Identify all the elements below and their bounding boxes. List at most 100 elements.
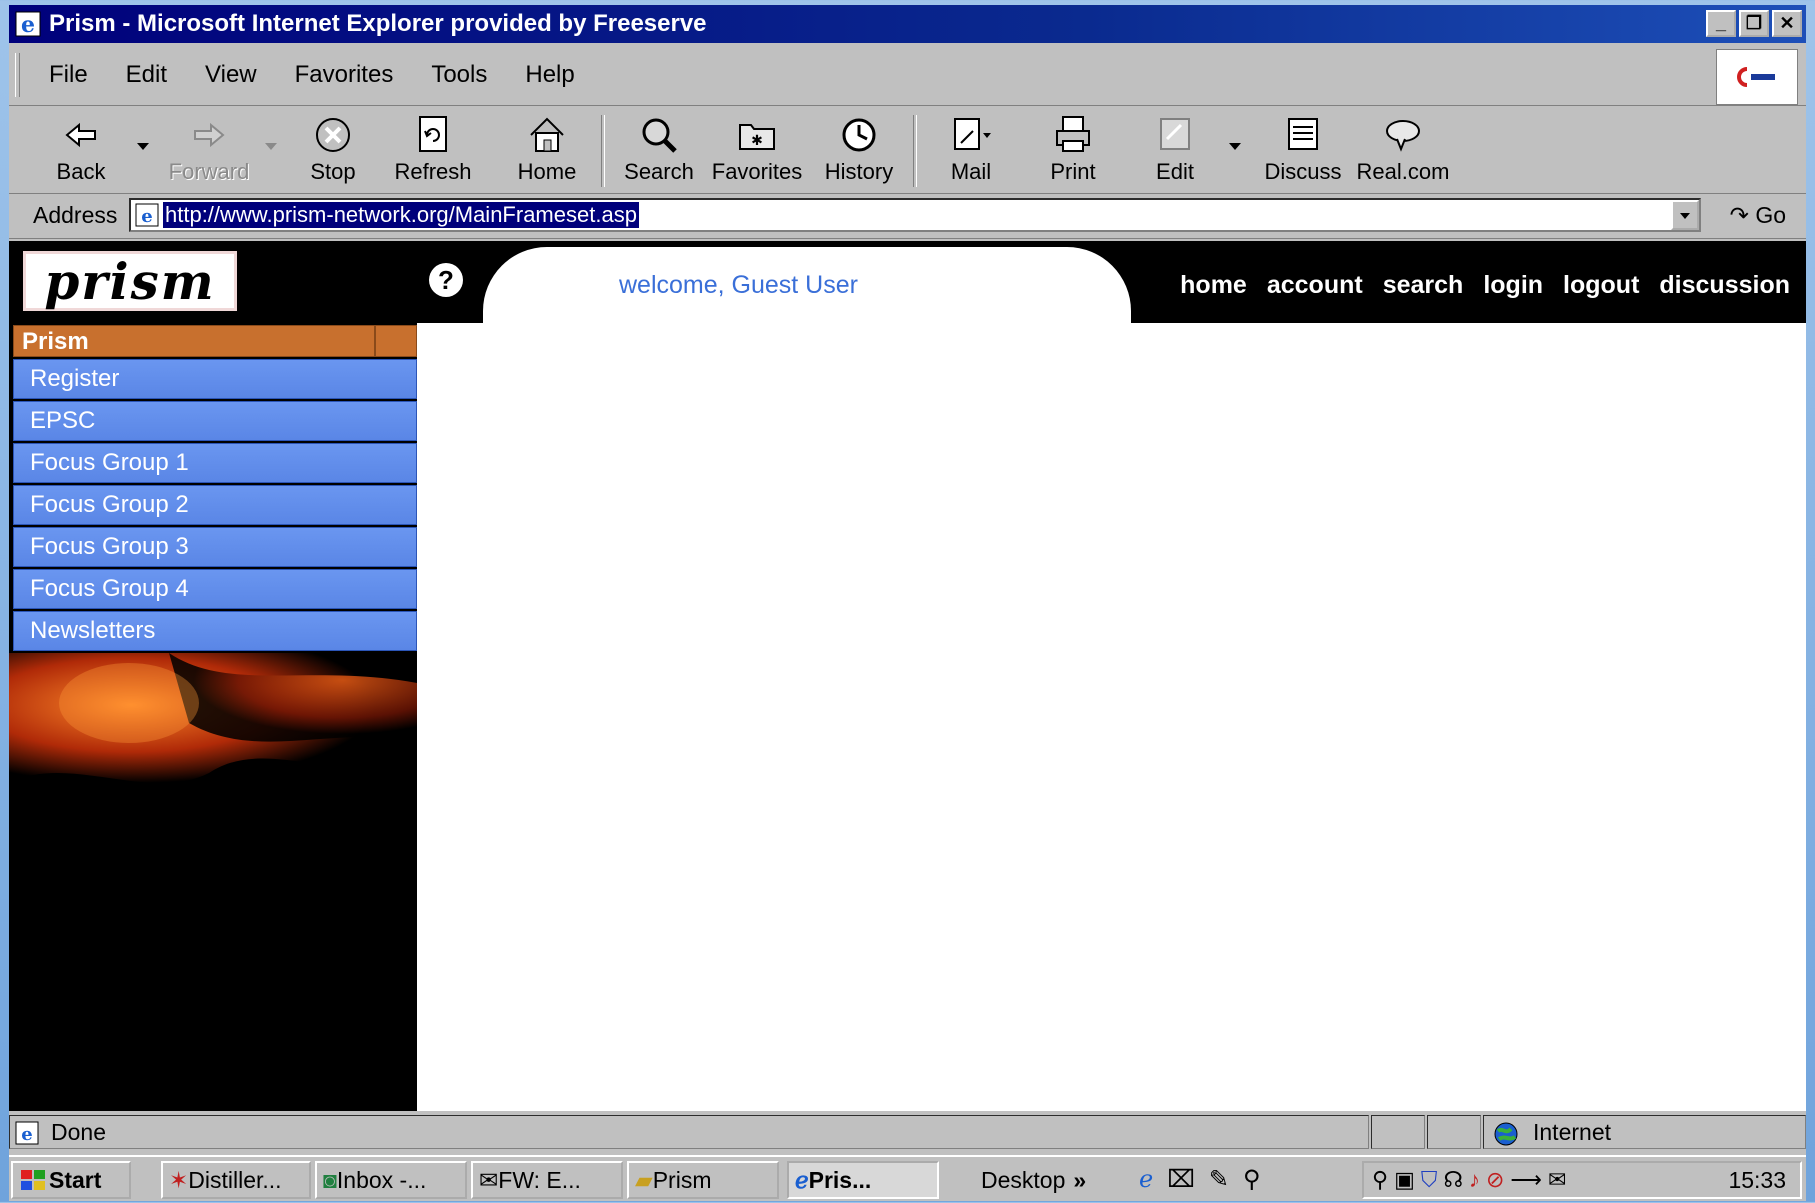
stop-button[interactable]: Stop [285,109,381,191]
task-inbox[interactable]: ◙ Inbox -... [315,1161,467,1199]
edit-dropdown[interactable] [1229,143,1241,150]
prism-logo[interactable]: prism [23,251,237,311]
chevron-down-icon [1680,213,1690,219]
edit-icon [1160,118,1190,150]
tray-sound-icon[interactable]: ♪ [1469,1167,1480,1193]
svg-text:e: e [141,206,152,227]
forward-arrow-icon [194,122,225,148]
status-zone-text: Internet [1533,1119,1611,1145]
sidebar-item-focus-group-3[interactable]: Focus Group 3 [13,527,417,567]
tray-icons: ⚲ ▣ ⛉ ☊ ♪ ⊘ ⟶ ✉ [1372,1167,1566,1193]
sidebar-item-focus-group-4[interactable]: Focus Group 4 [13,569,417,609]
tray-network-icon[interactable]: ☊ [1443,1167,1463,1193]
nav-home[interactable]: home [1180,271,1247,300]
sidebar-title: Prism [22,328,89,355]
sidebar-item-newsletters[interactable]: Newsletters [13,611,417,651]
sidebar-item-focus-group-1[interactable]: Focus Group 1 [13,443,417,483]
page-status-icon: e [15,1121,39,1145]
menu-edit[interactable]: Edit [126,61,167,89]
nav-account[interactable]: account [1267,271,1363,300]
task-distiller[interactable]: ✶ Distiller... [161,1161,311,1199]
ie-launch-icon[interactable]: ℯ [1139,1165,1153,1194]
edit-button[interactable]: Edit [1127,109,1223,191]
favorites-button[interactable]: ✱ Favorites [709,109,805,191]
desktop-toolbar[interactable]: Desktop » [975,1161,1125,1199]
status-bar: e Done Internet [9,1113,1806,1153]
address-bar: Address e http://www.prism-network.org/M… [9,194,1806,239]
browser-window: e Prism - Microsoft Internet Explorer pr… [9,5,1806,1201]
mail-button[interactable]: Mail [923,109,1019,191]
freeserve-logo-icon [1737,67,1775,87]
sidebar-item-register[interactable]: Register [13,359,417,399]
chevron-right-icon: » [1073,1166,1087,1193]
address-label: Address [33,202,118,228]
sidebar-menu: Register EPSC Focus Group 1 Focus Group … [13,359,417,653]
envelope-icon: ✉ [479,1166,499,1193]
clock[interactable]: 15:33 [1728,1167,1786,1194]
discuss-button[interactable]: Discuss [1255,109,1351,191]
tray-shield-icon[interactable]: ⛉ [1421,1167,1438,1193]
standard-toolbar: Back Forward Stop Refresh Home Search ✱ … [9,107,1806,194]
realcom-icon [1386,120,1420,152]
menu-favorites[interactable]: Favorites [295,61,394,89]
tray-mail-icon[interactable]: ✉ [1548,1167,1566,1193]
go-button[interactable]: ↷ Go [1730,202,1786,229]
status-zone [1483,1115,1806,1149]
print-button[interactable]: Print [1025,109,1121,191]
tray-block-icon[interactable]: ⊘ [1486,1167,1504,1193]
internet-explorer-icon: e [15,11,41,37]
flame-decoration-image [9,653,417,793]
system-tray: ⚲ ▣ ⛉ ☊ ♪ ⊘ ⟶ ✉ 15:33 [1362,1161,1802,1199]
realcom-button[interactable]: Real.com [1355,109,1451,191]
home-button[interactable]: Home [499,109,595,191]
tool-launch-icon[interactable]: ⚲ [1243,1165,1261,1194]
site-header: prism ? welcome, Guest User home account… [9,241,1806,327]
tray-window-icon[interactable]: ▣ [1394,1167,1415,1193]
help-icon[interactable]: ? [429,263,463,297]
nav-logout[interactable]: logout [1563,271,1639,300]
windows-logo-icon [21,1170,45,1190]
nav-search[interactable]: search [1383,271,1464,300]
task-prism-folder[interactable]: ▰ Prism [627,1161,779,1199]
freeserve-logo [1716,49,1798,105]
back-button[interactable]: Back [33,109,129,191]
outlook-icon: ◙ [323,1166,337,1193]
quick-launch: ℯ ⌧ ✎ ⚲ [1139,1165,1261,1194]
sidebar-header: Prism [13,325,417,357]
outlook-launch-icon[interactable]: ⌧ [1167,1165,1195,1194]
task-prism-ie[interactable]: ℯ Pris... [787,1161,939,1199]
address-url[interactable]: http://www.prism-network.org/MainFramese… [163,202,639,228]
start-button[interactable]: Start [11,1161,131,1199]
status-main [9,1115,1369,1149]
discuss-icon [1288,118,1318,150]
menu-file[interactable]: File [49,61,88,89]
menu-tools[interactable]: Tools [431,61,487,89]
edit-launch-icon[interactable]: ✎ [1209,1165,1229,1194]
tray-search-icon[interactable]: ⚲ [1372,1167,1388,1193]
address-dropdown[interactable] [1671,200,1699,230]
forward-dropdown[interactable] [265,143,277,150]
minimize-button[interactable]: _ [1706,10,1736,37]
task-fw-email[interactable]: ✉ FW: E... [471,1161,623,1199]
globe-icon [1494,1122,1518,1146]
nav-login[interactable]: login [1483,271,1543,300]
history-button[interactable]: History [811,109,907,191]
menu-grip[interactable] [15,53,20,97]
refresh-button[interactable]: Refresh [385,109,481,191]
restore-button[interactable]: ❐ [1739,10,1769,37]
forward-button[interactable]: Forward [161,109,257,191]
menu-help[interactable]: Help [525,61,574,89]
menu-bar: File Edit View Favorites Tools Help [9,45,1806,106]
back-dropdown[interactable] [137,143,149,150]
search-button[interactable]: Search [611,109,707,191]
start-label: Start [49,1166,102,1193]
title-bar[interactable]: e Prism - Microsoft Internet Explorer pr… [9,5,1806,43]
svg-text:✱: ✱ [751,132,763,148]
nav-discussion[interactable]: discussion [1659,271,1790,300]
sidebar-item-epsc[interactable]: EPSC [13,401,417,441]
menu-view[interactable]: View [205,61,257,89]
sidebar-item-focus-group-2[interactable]: Focus Group 2 [13,485,417,525]
close-button[interactable]: ✕ [1772,10,1802,37]
tray-arrow-icon[interactable]: ⟶ [1510,1167,1542,1193]
address-input[interactable]: e http://www.prism-network.org/MainFrame… [129,198,1701,232]
